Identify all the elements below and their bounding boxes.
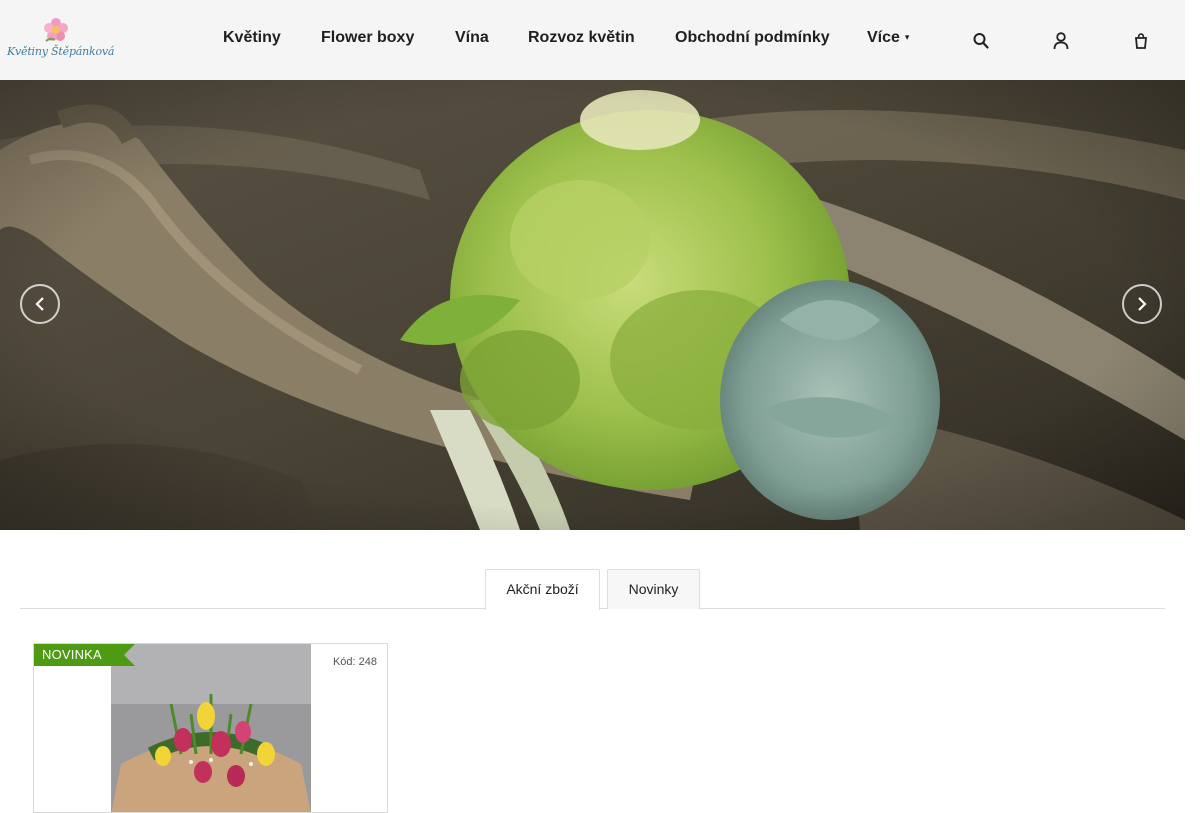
product-code: Kód: 248 bbox=[332, 656, 377, 668]
product-card[interactable]: NOVINKA Kód: 248 bbox=[33, 643, 388, 813]
search-icon[interactable] bbox=[973, 32, 989, 50]
product-image[interactable] bbox=[111, 644, 311, 812]
tulip-bouquet-image bbox=[111, 644, 311, 812]
nav-item-vina[interactable]: Vína bbox=[455, 29, 489, 47]
flower-logo-icon bbox=[44, 18, 68, 42]
logo[interactable]: Květiny Štěpánková bbox=[7, 17, 115, 63]
slider-next-button[interactable] bbox=[1122, 284, 1162, 324]
tab-novinky[interactable]: Novinky bbox=[607, 569, 700, 609]
nav-item-obchodni-podminky[interactable]: Obchodní podmínky bbox=[675, 29, 830, 47]
chevron-right-icon bbox=[1138, 297, 1147, 311]
chevron-down-icon: ▾ bbox=[904, 32, 910, 42]
hero-slider bbox=[0, 80, 1185, 530]
nav-item-flower-boxy[interactable]: Flower boxy bbox=[321, 29, 414, 47]
nav-item-kvetiny[interactable]: Květiny bbox=[223, 29, 281, 47]
badge-tail bbox=[124, 644, 135, 666]
nav-item-more[interactable]: Více ▾ bbox=[867, 29, 909, 47]
slider-prev-button[interactable] bbox=[20, 284, 60, 324]
new-badge: NOVINKA bbox=[34, 644, 124, 666]
chevron-left-icon bbox=[35, 297, 44, 311]
cart-icon[interactable] bbox=[1133, 32, 1149, 50]
tab-akcni-zbozi[interactable]: Akční zboží bbox=[485, 569, 600, 610]
nav-item-rozvoz-kvetin[interactable]: Rozvoz květin bbox=[528, 29, 635, 47]
user-icon[interactable] bbox=[1053, 32, 1069, 50]
logo-text: Květiny Štěpánková bbox=[7, 45, 115, 58]
site-header: Květiny Štěpánková Květiny Flower boxy V… bbox=[0, 0, 1185, 80]
nav-more-label: Více bbox=[867, 29, 900, 46]
hero-bouquet-image bbox=[0, 80, 1185, 530]
